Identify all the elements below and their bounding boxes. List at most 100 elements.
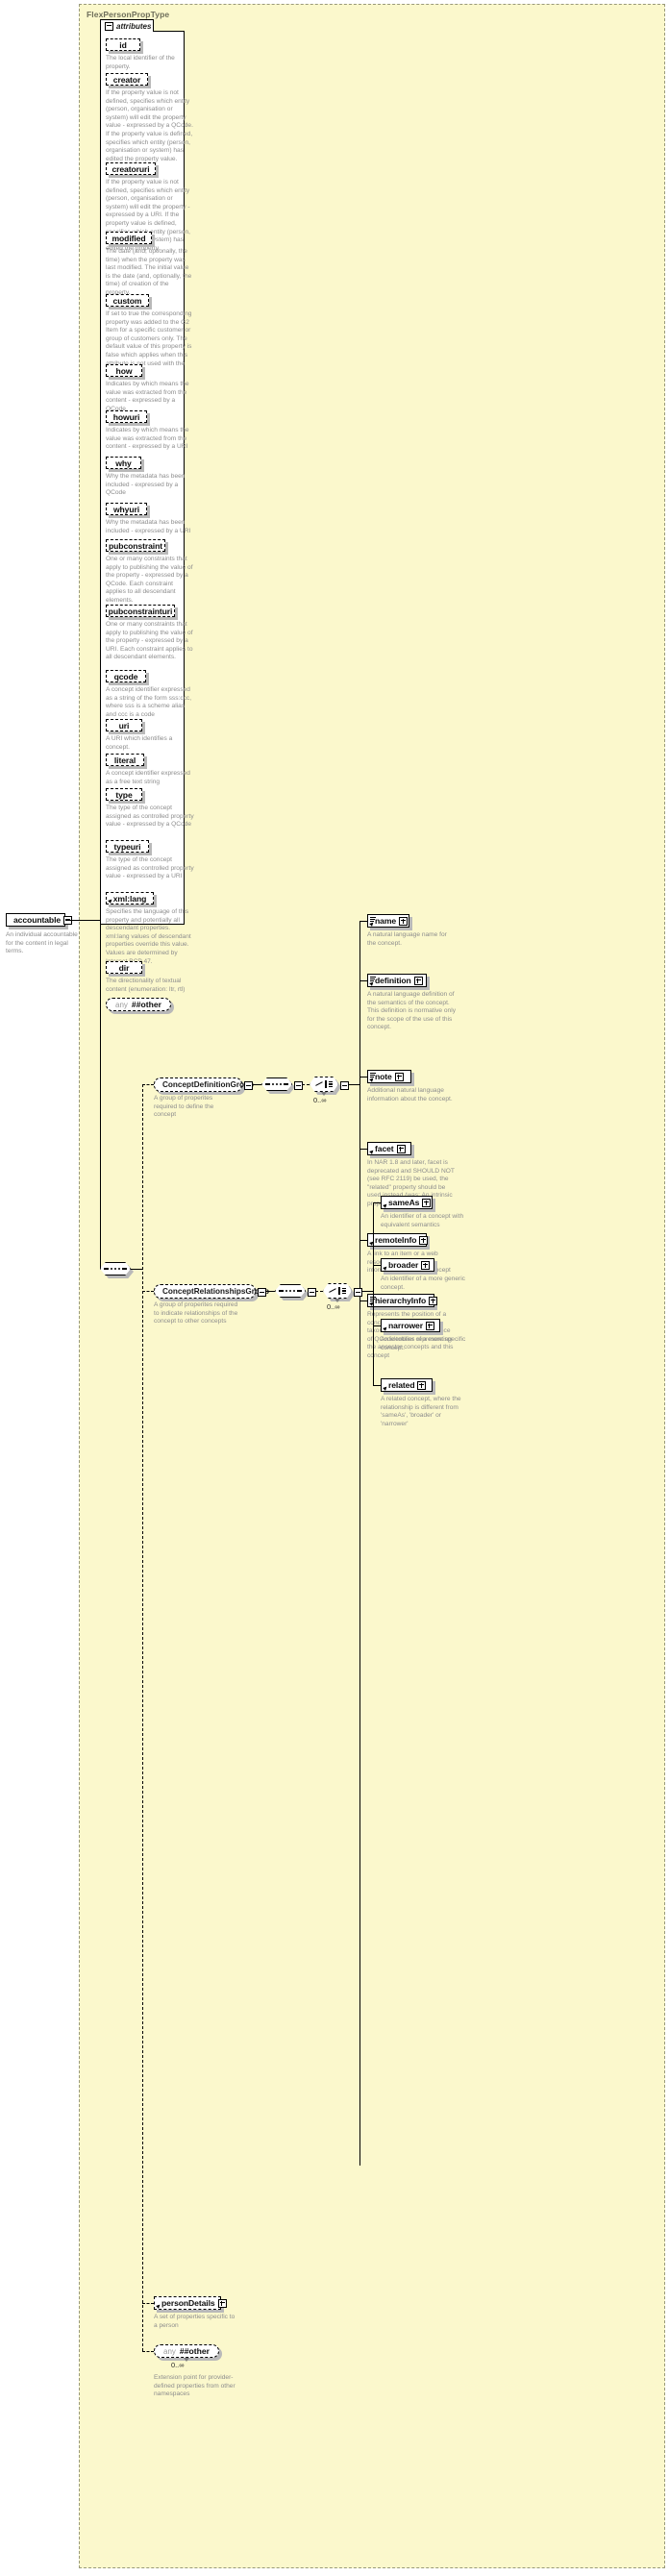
attribute-dir[interactable]: dir: [106, 961, 145, 977]
element-name: accountable: [13, 915, 62, 925]
attribute-typeuri[interactable]: typeuri: [106, 840, 152, 855]
attribute-name: xml:lang: [112, 893, 147, 904]
attribute-how[interactable]: how: [106, 364, 145, 380]
group-doc: A group of properites required to indica…: [154, 1301, 238, 1325]
element-label: narrower: [388, 1321, 423, 1330]
connector-line: [142, 2303, 154, 2304]
sequence-compositor[interactable]: [261, 1077, 295, 1094]
element-broader[interactable]: broader: [381, 1258, 437, 1275]
element-facet[interactable]: facet: [367, 1142, 414, 1158]
group-collapse-icon[interactable]: [244, 1081, 253, 1090]
attribute-howuri[interactable]: howuri: [106, 410, 150, 426]
choice-collapse-icon[interactable]: [354, 1288, 362, 1297]
plus-icon[interactable]: [425, 1321, 434, 1330]
element-sameas[interactable]: sameAs: [381, 1196, 435, 1212]
plus-icon[interactable]: [399, 916, 409, 926]
element-doc: An identifier of a concept with equivale…: [381, 1213, 464, 1228]
attributes-collapse-icon[interactable]: [105, 21, 113, 31]
element-definition[interactable]: definition: [367, 974, 430, 990]
attributes-tab[interactable]: attributes: [100, 19, 154, 32]
attribute-doc: One or many constraints that apply to pu…: [106, 621, 193, 661]
plus-icon[interactable]: [413, 976, 423, 985]
content-any-other[interactable]: any ##other: [154, 2344, 222, 2362]
connector-line: [359, 921, 367, 922]
attribute-doc: Indicates by which means the value was e…: [106, 427, 189, 451]
element-doc: An identifier of a more generic concept.: [381, 1276, 465, 1291]
element-label: hierarchyInfo: [375, 1296, 427, 1305]
attribute-custom[interactable]: custom: [106, 294, 152, 310]
attribute-pubconstrainturi[interactable]: pubconstrainturi: [106, 605, 178, 620]
attribute-literal[interactable]: literal: [106, 754, 147, 769]
group-concept-relationships[interactable]: ConceptRelationshipsGroup: [154, 1284, 269, 1301]
connector-line: [373, 1202, 374, 1385]
attribute-why[interactable]: why: [106, 457, 144, 472]
attribute-creator[interactable]: creator: [106, 73, 151, 88]
attribute-qcode[interactable]: qcode: [106, 670, 149, 685]
root-element-doc: An individual accountable for the conten…: [6, 931, 78, 955]
group-doc: A group of properites required to define…: [154, 1095, 214, 1119]
element-hierarchyinfo[interactable]: hierarchyInfo: [367, 1294, 438, 1310]
attribute-creatoruri[interactable]: creatoruri: [106, 162, 159, 178]
sequence-compositor[interactable]: [100, 1262, 134, 1278]
sequence-collapse-icon[interactable]: [294, 1081, 303, 1090]
choice-collapse-icon[interactable]: [340, 1081, 349, 1090]
attribute-name: pubconstraint: [109, 540, 162, 551]
any-label: any: [163, 2346, 176, 2356]
attribute-name: id: [119, 39, 127, 50]
attribute-doc: A URI which identifies a concept.: [106, 735, 173, 751]
attribute-pubconstraint[interactable]: pubconstraint: [106, 539, 168, 555]
choice-compositor[interactable]: [310, 1077, 341, 1096]
attribute-modified[interactable]: modified: [106, 232, 155, 247]
attribute-name: pubconstrainturi: [108, 606, 173, 616]
connector-line: [142, 1084, 154, 1085]
plus-icon[interactable]: [217, 2298, 227, 2308]
sequence-compositor[interactable]: [275, 1284, 309, 1300]
plus-icon[interactable]: [429, 1296, 438, 1305]
attribute-id[interactable]: id: [106, 38, 143, 54]
any-namespace: ##other: [179, 2346, 210, 2356]
attribute-doc: A concept identifier expressed as a stri…: [106, 686, 192, 718]
element-label: related: [388, 1380, 415, 1390]
plus-icon[interactable]: [394, 1072, 404, 1081]
attribute-doc: Indicates by which means the value was e…: [106, 381, 189, 412]
element-name[interactable]: name: [367, 914, 412, 930]
connector-line: [100, 920, 101, 1269]
element-doc: A natural language name for the concept.: [367, 931, 447, 947]
element-remoteinfo[interactable]: remoteInfo: [367, 1233, 430, 1250]
connector-line: [373, 1385, 381, 1386]
attribute-type[interactable]: type: [106, 788, 145, 804]
root-element-accountable[interactable]: accountable: [6, 913, 73, 929]
attributes-label: attributes: [116, 21, 152, 31]
element-narrower[interactable]: narrower: [381, 1319, 443, 1335]
plus-icon[interactable]: [419, 1235, 429, 1245]
attribute-xml-lang[interactable]: xml:lang: [106, 892, 157, 907]
plus-icon[interactable]: [421, 1260, 431, 1270]
sequence-collapse-icon[interactable]: [308, 1288, 316, 1297]
element-label: personDetails: [161, 2298, 215, 2308]
attribute-name: qcode: [113, 671, 138, 681]
attribute-name: why: [115, 458, 132, 468]
attribute-doc: The directionality of textual content (e…: [106, 978, 186, 993]
attribute-doc: One or many constraints that apply to pu…: [106, 556, 193, 604]
plus-icon[interactable]: [422, 1198, 432, 1207]
cardinality-label: 0..∞: [171, 2361, 185, 2369]
connector-line: [359, 1149, 367, 1150]
element-persondetails[interactable]: personDetails: [154, 2296, 227, 2313]
group-concept-definition[interactable]: ConceptDefinitionGroup: [154, 1077, 254, 1095]
element-label: note: [375, 1072, 392, 1081]
element-note[interactable]: note: [367, 1070, 414, 1086]
plus-icon[interactable]: [417, 1380, 427, 1390]
connector-line: [142, 1291, 154, 1292]
plus-icon[interactable]: [396, 1144, 406, 1153]
attribute-doc: The local identifier of the property.: [106, 55, 175, 70]
choice-compositor[interactable]: [323, 1283, 355, 1302]
group-collapse-icon[interactable]: [258, 1288, 266, 1297]
attribute-whyuri[interactable]: whyuri: [106, 503, 150, 518]
any-label: any: [115, 1000, 128, 1009]
attribute-name: whyuri: [112, 504, 140, 514]
attribute-name: dir: [118, 962, 130, 973]
element-related[interactable]: related: [381, 1378, 435, 1395]
attributes-any-other[interactable]: any ##other: [106, 998, 174, 1014]
attribute-uri[interactable]: uri: [106, 719, 145, 734]
attribute-name: uri: [118, 720, 130, 731]
